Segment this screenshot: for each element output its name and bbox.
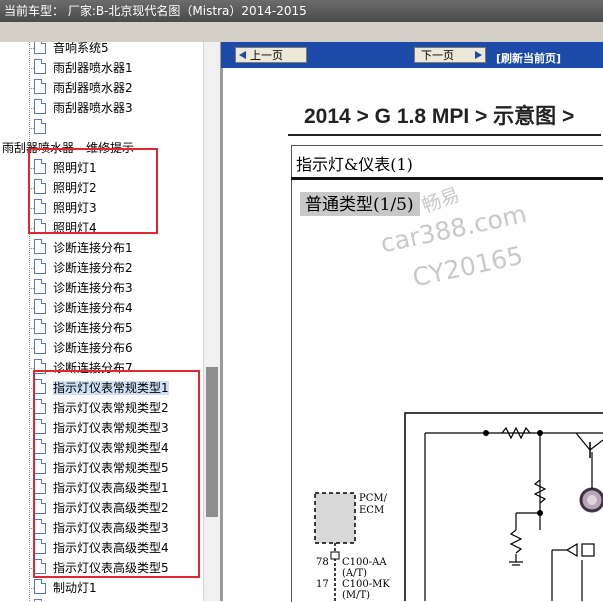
tree-item[interactable]: 诊断连接分布1 — [29, 238, 133, 258]
wiring-diagram: PCM/ ECM 78 17 C100-AA (A/T) C100-MK (M/… — [314, 412, 603, 601]
tree-item-label: 诊断连接分布6 — [53, 341, 133, 355]
document-icon — [34, 59, 46, 74]
subsection-title: 普通类型(1/5) — [300, 192, 420, 216]
document-icon — [34, 319, 46, 334]
document-icon — [34, 42, 46, 54]
tree-item-label: 诊断连接分布3 — [53, 281, 133, 295]
toolbar-strip — [0, 22, 603, 43]
tree-item[interactable]: 诊断连接分布3 — [29, 278, 133, 298]
document-icon — [34, 119, 46, 134]
tree-item[interactable]: 雨刮器喷水器2 — [29, 78, 133, 98]
document-icon — [34, 259, 46, 274]
tree-item-label: 诊断连接分布4 — [53, 301, 133, 315]
svg-text:C100-MK: C100-MK — [342, 579, 390, 590]
right-arrow-icon — [475, 51, 482, 59]
svg-text:C100-AA: C100-AA — [342, 557, 387, 568]
page-nav-bar: 上一页 下一页 [刷新当前页] — [221, 42, 603, 68]
document-icon — [34, 299, 46, 314]
section-title: 指示灯&仪表(1) — [296, 155, 413, 174]
section-rule — [291, 177, 603, 180]
document-icon — [34, 79, 46, 94]
highlight-box-indicators — [33, 370, 200, 578]
document-icon — [34, 339, 46, 354]
tree-guide-line — [29, 42, 30, 601]
tree-item[interactable]: 诊断连接分布2 — [29, 258, 133, 278]
tree-item[interactable]: 制动灯1 — [29, 578, 97, 598]
tree-item-label: 音响系统5 — [53, 42, 109, 55]
tree-item[interactable] — [29, 118, 53, 138]
refresh-page-link[interactable]: [刷新当前页] — [496, 50, 561, 66]
svg-text:17: 17 — [316, 579, 329, 590]
prev-page-button[interactable]: 上一页 — [235, 47, 307, 63]
tree-item[interactable]: 诊断连接分布6 — [29, 338, 133, 358]
next-page-button[interactable]: 下一页 — [414, 47, 486, 63]
tree-item[interactable]: 诊断连接分布4 — [29, 298, 133, 318]
highlight-box-lighting — [28, 148, 158, 234]
left-arrow-icon — [239, 51, 246, 59]
breadcrumb: 2014 > G 1.8 MPI > 示意图 > — [304, 105, 575, 128]
document-icon — [34, 579, 46, 594]
tree-item-label: 雨刮器喷水器1 — [53, 61, 133, 75]
svg-text:PCM/: PCM/ — [359, 493, 388, 504]
svg-text:78: 78 — [316, 557, 329, 568]
tree-item-label: 诊断连接分布1 — [53, 241, 133, 255]
tree-item[interactable]: 诊断连接分布5 — [29, 318, 133, 338]
window-title: 当前车型： 厂家:B-北京现代名图（Mistra）2014-2015 — [0, 0, 603, 22]
svg-text:(M/T): (M/T) — [342, 590, 370, 601]
tree-item-label: 诊断连接分布2 — [53, 261, 133, 275]
document-icon — [34, 99, 46, 114]
breadcrumb-rule — [288, 134, 601, 136]
tree-item[interactable]: 雨刮器喷水器3 — [29, 98, 133, 118]
tree-item-label: 制动灯1 — [53, 581, 97, 595]
document-icon — [34, 279, 46, 294]
svg-text:(A/T): (A/T) — [342, 568, 367, 579]
tree-scrollbar[interactable] — [203, 42, 221, 601]
tree-item[interactable]: 音响系统5 — [29, 42, 109, 58]
tree-item[interactable]: 雨刮器喷水器1 — [29, 58, 133, 78]
tree-item-label: 雨刮器喷水器2 — [53, 81, 133, 95]
tree-item-label: 雨刮器喷水器3 — [53, 101, 133, 115]
scrollbar-thumb[interactable] — [206, 367, 218, 517]
tree-item-label: 诊断连接分布5 — [53, 321, 133, 335]
svg-text:ECM: ECM — [359, 505, 384, 516]
document-icon — [34, 239, 46, 254]
